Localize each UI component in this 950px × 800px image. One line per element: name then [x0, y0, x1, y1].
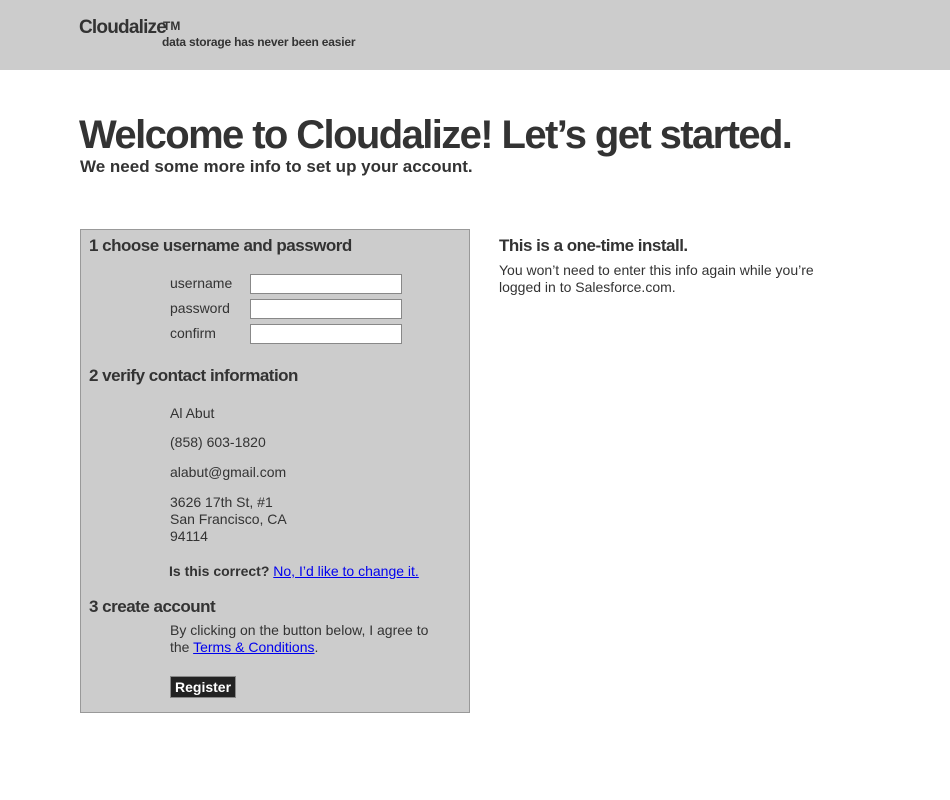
contact-phone: (858) 603-1820	[170, 434, 266, 450]
confirm-question: Is this correct?	[169, 563, 270, 579]
step3-heading: 3 create account	[89, 597, 216, 616]
brand-tagline: data storage has never been easier	[162, 35, 356, 49]
page-title: Welcome to Cloudalize! Let’s get started…	[79, 113, 793, 157]
step1-heading: 1 choose username and password	[89, 236, 352, 255]
contact-address-line3: 94114	[170, 528, 208, 544]
password-label: password	[170, 300, 230, 316]
brand-name: Cloudalize	[79, 17, 167, 38]
sidebar-text: You won’t need to enter this info again …	[499, 262, 814, 295]
trademark-mark: TM	[163, 19, 181, 33]
contact-name: Al Abut	[170, 405, 215, 421]
contact-email: alabut@gmail.com	[170, 464, 287, 480]
terms-link[interactable]: Terms & Conditions	[193, 639, 314, 655]
header-bar: Cloudalize TM data storage has never bee…	[0, 0, 950, 70]
terms-agreement-text: By clicking on the button below, I agree…	[170, 622, 430, 656]
confirm-label: confirm	[170, 325, 216, 341]
signup-form-panel: 1 choose username and password username …	[80, 229, 470, 713]
confirm-password-input[interactable]	[250, 324, 402, 344]
register-button[interactable]: Register	[170, 676, 237, 698]
brand-logo: Cloudalize TM	[79, 17, 180, 39]
password-input[interactable]	[250, 299, 402, 319]
step2-heading: 2 verify contact information	[89, 366, 298, 385]
page-subtitle: We need some more info to set up your ac…	[80, 157, 473, 176]
username-input[interactable]	[250, 274, 402, 294]
username-label: username	[170, 275, 233, 291]
confirm-contact-row: Is this correct? No, I’d like to change …	[169, 563, 419, 579]
agree-text-after: .	[314, 639, 319, 655]
sidebar-heading: This is a one-time install.	[499, 236, 688, 255]
contact-address-line2: San Francisco, CA	[170, 511, 287, 527]
contact-address-line1: 3626 17th St, #1	[170, 494, 273, 510]
change-contact-link[interactable]: No, I’d like to change it.	[273, 563, 419, 579]
